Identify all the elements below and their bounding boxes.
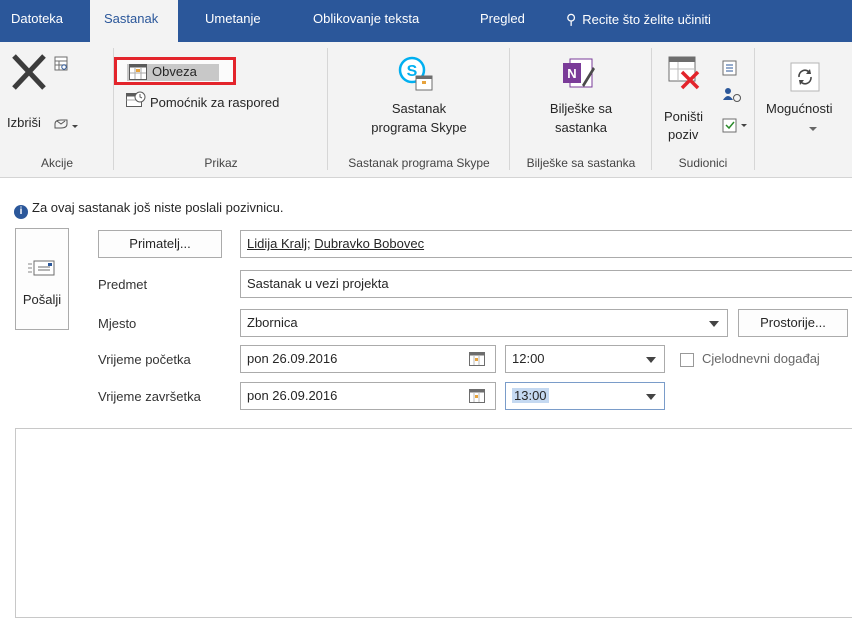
pomocnik-za-raspored-button[interactable]: Pomoćnik za raspored bbox=[150, 94, 279, 111]
location-value: Zbornica bbox=[247, 315, 298, 330]
group-label-skype: Sastanak programa Skype bbox=[348, 156, 490, 170]
delete-label[interactable]: Izbriši bbox=[7, 114, 41, 131]
subject-input[interactable]: Sastanak u vezi projekta bbox=[240, 270, 852, 298]
to-field[interactable]: Lidija Kralj; Dubravko Bobovec bbox=[240, 230, 852, 258]
obveza-button[interactable]: Obveza bbox=[114, 57, 236, 85]
address-book-icon[interactable] bbox=[722, 60, 738, 76]
svg-text:N: N bbox=[567, 66, 576, 81]
calendar-view-icon[interactable] bbox=[54, 56, 68, 72]
end-time-select[interactable]: 13:00 bbox=[505, 382, 665, 410]
response-options-icon[interactable] bbox=[722, 118, 750, 134]
group-label-sudionici: Sudionici bbox=[678, 156, 728, 170]
group-label-notes: Bilješke sa sastanka bbox=[526, 156, 636, 170]
end-time-value: 13:00 bbox=[512, 388, 549, 403]
obveza-label: Obveza bbox=[152, 64, 197, 79]
info-bar: i Za ovaj sastanak još niste poslali pozi… bbox=[14, 198, 284, 219]
end-time-label: Vrijeme završetka bbox=[98, 389, 201, 404]
message-body[interactable] bbox=[15, 428, 852, 618]
group-separator bbox=[754, 48, 755, 170]
calendar-grid-icon bbox=[129, 64, 147, 80]
start-time-select[interactable]: 12:00 bbox=[505, 345, 665, 373]
cancel-invitation-icon[interactable] bbox=[668, 56, 702, 90]
lightbulb-icon: ⚲ bbox=[566, 11, 577, 27]
mogucnosti-button[interactable]: Mogućnosti bbox=[766, 100, 832, 117]
skype-meeting-line1[interactable]: Sastanak bbox=[348, 100, 490, 117]
group-separator bbox=[509, 48, 510, 170]
location-input[interactable]: Zbornica bbox=[240, 309, 728, 337]
location-label: Mjesto bbox=[98, 316, 137, 331]
options-refresh-icon[interactable] bbox=[790, 62, 820, 92]
delete-x-icon[interactable] bbox=[10, 54, 48, 90]
calendar-picker-icon[interactable] bbox=[469, 389, 485, 403]
ribbon-tab-bar: Datoteka Sastanak Umetanje Oblikovanje t… bbox=[0, 0, 852, 44]
send-button[interactable]: Pošalji bbox=[15, 228, 69, 330]
group-label-prikaz: Prikaz bbox=[204, 156, 238, 170]
tab-oblikovanje-teksta[interactable]: Oblikovanje teksta bbox=[313, 0, 419, 42]
tab-umetanje[interactable]: Umetanje bbox=[205, 0, 261, 42]
recipient-separator: ; bbox=[306, 236, 311, 251]
calendar-picker-icon[interactable] bbox=[469, 352, 485, 366]
onenote-icon[interactable]: N bbox=[560, 55, 596, 91]
send-label: Pošalji bbox=[22, 292, 62, 307]
chevron-down-icon[interactable] bbox=[808, 126, 818, 132]
meeting-notes-line1[interactable]: Bilješke sa bbox=[512, 100, 650, 117]
recipient-chip[interactable]: Lidija Kralj bbox=[247, 236, 307, 251]
tell-me-text: Recite što želite učiniti bbox=[582, 12, 711, 27]
tab-datoteka[interactable]: Datoteka bbox=[0, 0, 88, 42]
ribbon: Izbriši Akcije Obveza Pomoćnik za raspor… bbox=[0, 42, 852, 178]
meeting-notes-line2[interactable]: sastanka bbox=[512, 119, 650, 136]
tell-me-search[interactable]: ⚲ Recite što želite učiniti bbox=[566, 0, 711, 42]
group-separator bbox=[651, 48, 652, 170]
all-day-label: Cjelodnevni događaj bbox=[702, 351, 820, 366]
skype-meeting-icon[interactable]: S bbox=[398, 56, 434, 92]
tab-pregled[interactable]: Pregled bbox=[480, 0, 525, 42]
dropdown-arrow-icon[interactable] bbox=[646, 394, 656, 400]
scheduling-assistant-icon[interactable] bbox=[126, 91, 146, 109]
forward-icon[interactable] bbox=[53, 118, 79, 132]
start-time-value: 12:00 bbox=[512, 351, 545, 366]
check-names-icon[interactable] bbox=[722, 86, 742, 104]
end-date-value: pon 26.09.2016 bbox=[247, 388, 338, 403]
start-time-label: Vrijeme početka bbox=[98, 352, 191, 367]
skype-meeting-line2[interactable]: programa Skype bbox=[348, 119, 490, 136]
info-text: Za ovaj sastanak još niste poslali poziv… bbox=[32, 200, 284, 215]
rooms-button[interactable]: Prostorije... bbox=[738, 309, 848, 337]
tab-sastanak[interactable]: Sastanak bbox=[90, 0, 178, 44]
send-envelope-icon bbox=[28, 260, 55, 276]
recipient-chip[interactable]: Dubravko Bobovec bbox=[314, 236, 424, 251]
to-button[interactable]: Primatelj... bbox=[98, 230, 222, 258]
start-date-input[interactable]: pon 26.09.2016 bbox=[240, 345, 496, 373]
dropdown-arrow-icon[interactable] bbox=[646, 357, 656, 363]
start-date-value: pon 26.09.2016 bbox=[247, 351, 338, 366]
group-separator bbox=[327, 48, 328, 170]
group-label-akcije: Akcije bbox=[40, 156, 73, 170]
info-icon: i bbox=[14, 205, 28, 219]
all-day-checkbox[interactable] bbox=[680, 353, 694, 367]
subject-label: Predmet bbox=[98, 277, 148, 292]
cancel-invitation-line1[interactable]: Poništi bbox=[664, 108, 703, 125]
end-date-input[interactable]: pon 26.09.2016 bbox=[240, 382, 496, 410]
cancel-invitation-line2[interactable]: poziv bbox=[668, 126, 698, 143]
dropdown-arrow-icon[interactable] bbox=[709, 321, 719, 327]
